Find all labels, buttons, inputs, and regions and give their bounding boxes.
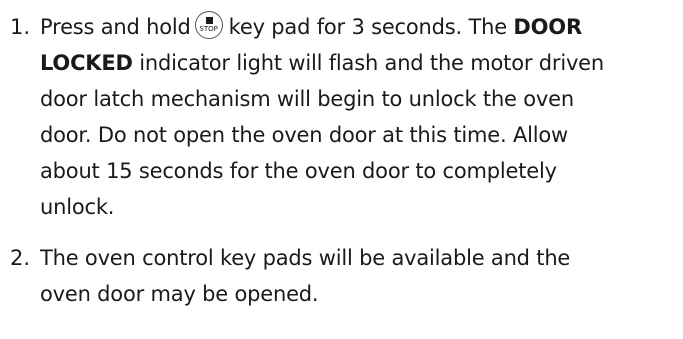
stop-key-label: STOP	[199, 25, 218, 33]
step-line: door latch mechanism will begin to unloc…	[40, 87, 574, 111]
step-number: 2.	[10, 246, 31, 270]
step-number: 1.	[10, 15, 31, 39]
stop-key-icon: STOP	[194, 11, 223, 39]
step-line: about 15 seconds for the oven door to co…	[40, 159, 557, 183]
step-text: The oven control key pads will be availa…	[40, 240, 680, 312]
step-text-fragment: Press and hold	[40, 15, 191, 39]
door-locked-label-part1: DOOR	[513, 15, 582, 39]
step-line: oven door may be opened.	[40, 282, 319, 306]
door-locked-label-part2: LOCKED	[40, 51, 133, 75]
step-line: Press and hold STOP key pad for 3 seconds.…	[40, 9, 680, 45]
step-text-fragment: key pad for 3 seconds. The	[228, 15, 514, 39]
stop-square-icon	[205, 17, 213, 24]
step-text-fragment: indicator light will flash and the motor…	[132, 51, 605, 75]
instructions-page: 1. Press and hold STOP key pad for 3 secon…	[0, 0, 683, 339]
step-line: LOCKED indicator light will flash and th…	[40, 45, 680, 81]
step-line: door. Do not open the oven door at this …	[40, 123, 569, 147]
step-line: The oven control key pads will be availa…	[40, 246, 571, 270]
step-line: unlock.	[40, 195, 115, 219]
step-text: Press and hold STOP key pad for 3 seconds.…	[40, 9, 680, 225]
